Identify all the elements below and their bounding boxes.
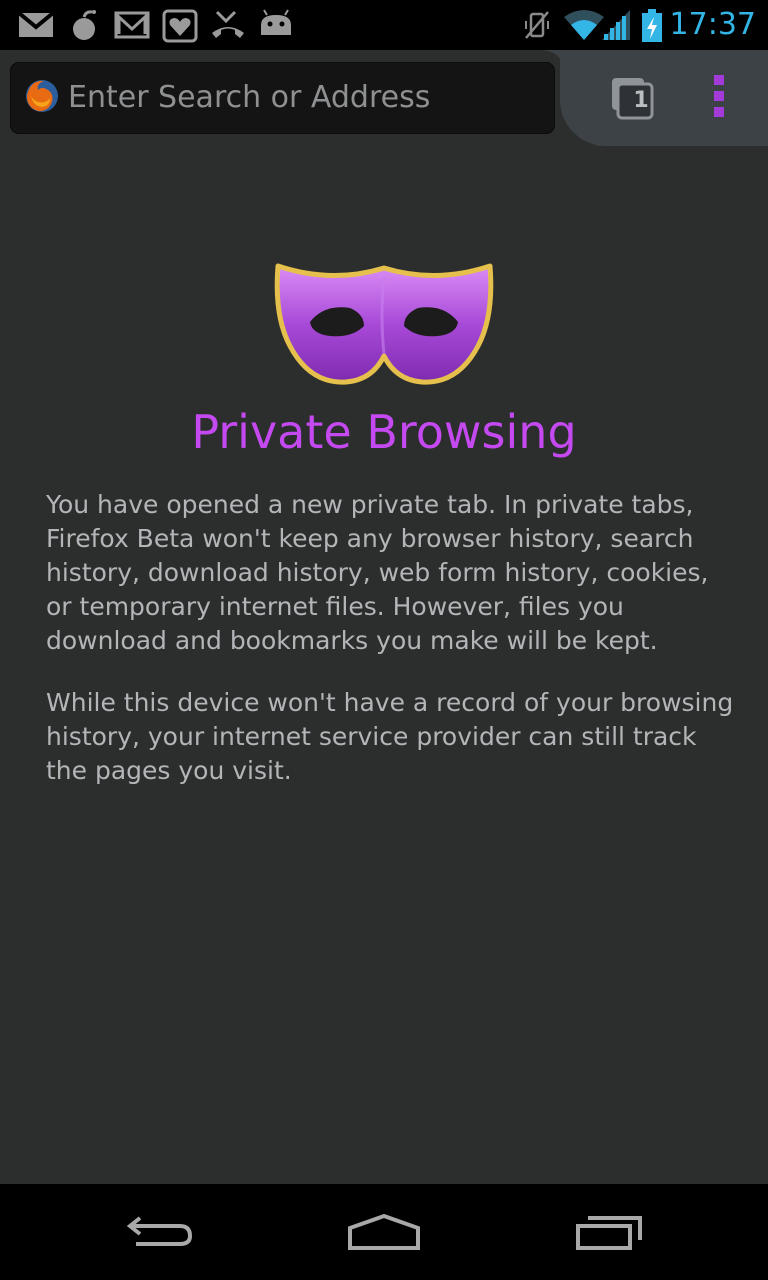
browser-toolbar: Enter Search or Address 1 bbox=[0, 50, 768, 148]
menu-dot bbox=[714, 75, 724, 85]
home-icon[interactable] bbox=[346, 1212, 422, 1252]
heart-app-icon bbox=[162, 9, 198, 43]
private-browsing-mask-icon bbox=[274, 263, 494, 385]
private-tab-info-paragraph: You have opened a new private tab. In pr… bbox=[46, 490, 709, 655]
tabs-menu-area bbox=[560, 50, 768, 146]
signal-icon bbox=[602, 10, 630, 40]
android-icon bbox=[261, 9, 291, 35]
gmail-icon bbox=[18, 11, 54, 37]
url-bar[interactable]: Enter Search or Address bbox=[10, 62, 555, 134]
status-clock: 17:37 bbox=[669, 7, 756, 42]
firefox-logo-icon bbox=[26, 80, 58, 112]
isp-tracking-paragraph: While this device won't have a record of… bbox=[46, 688, 734, 785]
email-icon bbox=[114, 11, 150, 39]
tab-count: 1 bbox=[633, 88, 649, 113]
menu-dot bbox=[714, 107, 724, 117]
tab-counter-button[interactable]: 1 bbox=[610, 76, 654, 124]
status-bar: 17:37 bbox=[0, 0, 768, 50]
navigation-bar bbox=[0, 1184, 768, 1280]
page-title: Private Browsing bbox=[191, 405, 577, 459]
menu-dot bbox=[714, 91, 724, 101]
menu-button[interactable] bbox=[714, 75, 726, 119]
missed-call-icon bbox=[212, 10, 244, 38]
vibrate-off-icon bbox=[525, 11, 549, 39]
recent-apps-icon[interactable] bbox=[574, 1212, 646, 1252]
back-icon[interactable] bbox=[124, 1212, 196, 1252]
bomb-icon bbox=[73, 10, 96, 40]
battery-charging-icon bbox=[642, 9, 662, 42]
url-placeholder[interactable]: Enter Search or Address bbox=[68, 80, 430, 116]
